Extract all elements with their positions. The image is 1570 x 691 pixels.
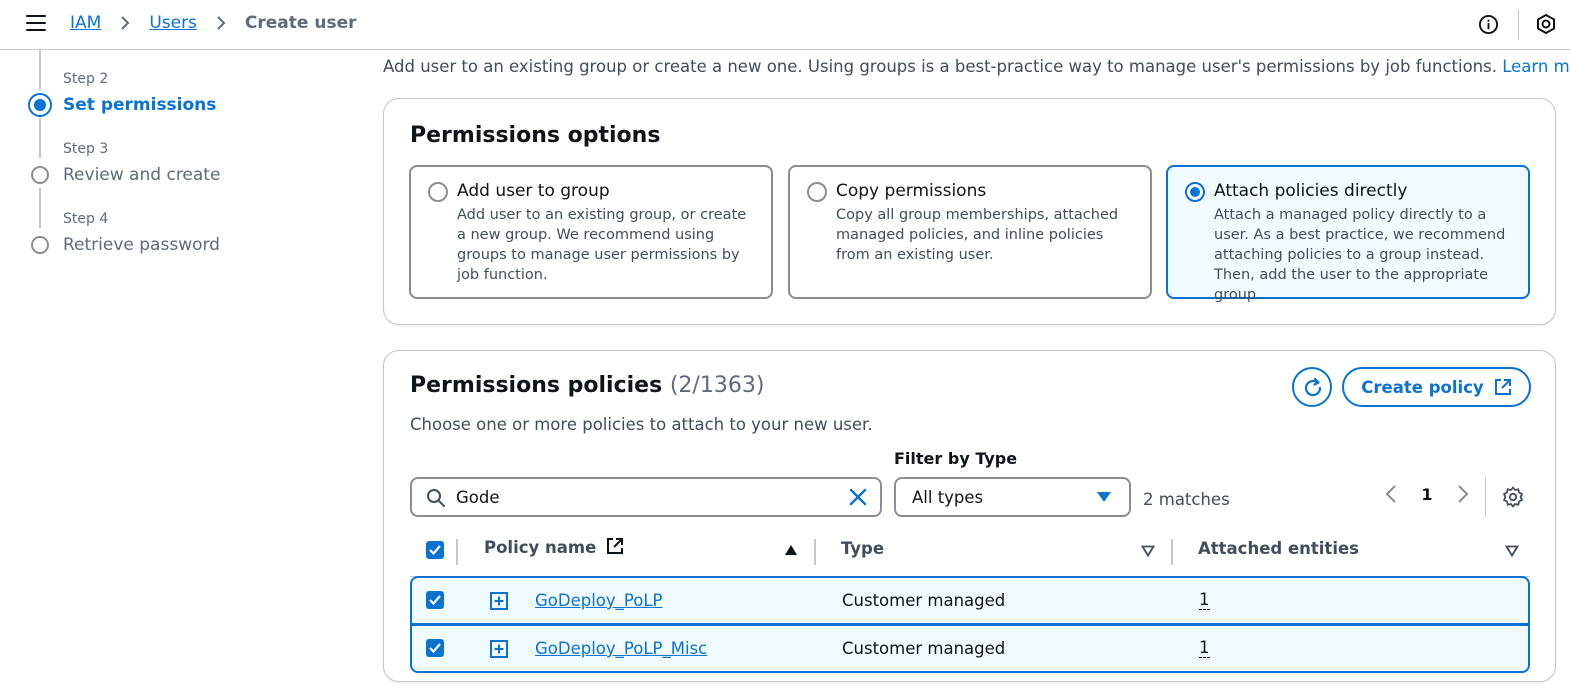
policy-search-input[interactable] [456,485,836,509]
create-policy-label: Create policy [1361,377,1484,397]
column-divider [1171,539,1173,565]
step-4-label: Step 4 [63,211,109,227]
option-attach-policies-directly[interactable]: Attach policies directly Attach a manage… [1166,165,1530,303]
refresh-icon [1304,377,1322,397]
step-3-indicator [31,166,49,184]
info-icon[interactable] [1478,14,1499,35]
pagination-divider [1485,477,1486,517]
expand-row-icon[interactable] [490,640,508,658]
settings-gear-icon[interactable] [1502,486,1524,508]
permissions-options-card: Permissions options Add user to group Ad… [383,98,1556,325]
table-row[interactable]: GoDeploy_PoLP Customer managed 1 [410,576,1530,625]
previous-page-button[interactable] [1379,482,1403,506]
radio-attach-policies-directly[interactable] [1185,182,1205,202]
page-number[interactable]: 1 [1403,485,1451,504]
policy-name-link[interactable]: GoDeploy_PoLP [535,591,663,610]
match-count: 2 matches [1143,490,1230,509]
learn-more-label: Learn more [1502,57,1570,76]
top-navigation-bar: IAM Users Create user [0,0,1570,50]
next-page-button[interactable] [1451,482,1475,506]
policy-name-link[interactable]: GoDeploy_PoLP_Misc [535,639,707,658]
sort-caret-icon[interactable] [1141,545,1155,557]
sort-ascending-icon[interactable] [784,544,798,556]
wizard-steps: Step 2 Set permissions Step 3 Review and… [0,50,360,310]
filter-by-type-label: Filter by Type [894,449,1018,468]
breadcrumb: IAM Users Create user [70,13,357,33]
step-2-label: Step 2 [63,71,109,87]
step-4-title: Retrieve password [63,235,220,255]
tools-icon[interactable] [1535,13,1557,35]
breadcrumb-link-users[interactable]: Users [149,13,197,33]
pagination: 1 [1379,482,1475,506]
external-link-icon [607,538,624,554]
step-2-title[interactable]: Set permissions [63,95,216,115]
option-title: Add user to group [457,181,610,201]
learn-more-link[interactable]: Learn more [1502,57,1570,76]
option-title: Attach policies directly [1214,181,1408,201]
policy-type: Customer managed [842,591,1006,610]
menu-icon[interactable] [26,15,46,33]
policies-count: (2/1363) [669,373,765,398]
option-add-user-to-group[interactable]: Add user to group Add user to an existin… [409,165,773,299]
row-checkbox[interactable] [426,591,444,609]
attached-entities-count[interactable]: 1 [1199,591,1210,610]
step-3-title: Review and create [63,165,221,185]
sort-caret-icon[interactable] [1505,545,1519,557]
chevron-right-icon [121,16,130,30]
step-connector [39,50,41,90]
option-title: Copy permissions [836,181,987,201]
checkmark-icon [429,643,441,654]
chevron-left-icon [1385,485,1396,503]
option-description: Copy all group memberships, attached man… [836,207,1119,263]
column-header-attached-entities[interactable]: Attached entities [1198,539,1359,558]
step-connector [39,188,41,228]
select-all-checkbox[interactable] [426,541,444,559]
step-3-label: Step 3 [63,141,109,157]
clear-search-icon[interactable] [848,487,868,507]
column-header-type[interactable]: Type [841,539,884,558]
column-divider [456,539,458,565]
search-icon [427,489,445,507]
chevron-right-icon [217,16,226,30]
column-header-policy-name[interactable]: Policy name [484,537,624,557]
refresh-button[interactable] [1292,367,1332,407]
create-policy-button[interactable]: Create policy [1342,367,1531,407]
external-link-icon [1494,379,1511,395]
column-label: Policy name [484,538,597,557]
row-checkbox[interactable] [426,639,444,657]
permissions-options-title: Permissions options [410,123,661,148]
step-connector [39,118,41,158]
permissions-policies-heading: Permissions policies (2/1363) [410,373,764,398]
intro-text: Add user to an existing group or create … [383,57,1497,76]
radio-copy-permissions[interactable] [807,182,827,202]
filter-by-type-select[interactable]: All types [894,477,1131,517]
attached-entities-count[interactable]: 1 [1199,639,1210,658]
permissions-policies-card: Permissions policies (2/1363) Choose one… [383,350,1556,682]
policy-search-box[interactable] [410,477,882,517]
policies-description: Choose one or more policies to attach to… [410,415,873,434]
toolbar-divider [1518,10,1519,40]
step-2-indicator [28,93,52,117]
policies-table-header: Policy name Type Attached entities [410,535,1530,577]
policy-type: Customer managed [842,639,1006,658]
step-4-indicator [31,236,49,254]
chevron-right-icon [1458,485,1469,503]
breadcrumb-link-iam[interactable]: IAM [70,13,101,33]
permissions-intro: Add user to an existing group or create … [383,56,1570,76]
caret-down-icon [1097,492,1111,502]
option-copy-permissions[interactable]: Copy permissions Copy all group membersh… [788,165,1152,299]
checkmark-icon [429,595,441,606]
radio-add-user-to-group[interactable] [428,182,448,202]
expand-row-icon[interactable] [490,592,508,610]
permissions-policies-title: Permissions policies [410,373,663,398]
table-row[interactable]: GoDeploy_PoLP_Misc Customer managed 1 [410,624,1530,673]
filter-selected-value: All types [912,488,984,507]
option-description: Add user to an existing group, or create… [457,207,747,283]
option-description: Attach a managed policy directly to a us… [1214,207,1506,303]
breadcrumb-current: Create user [244,13,357,33]
column-divider [814,539,816,565]
checkmark-icon [429,545,441,556]
